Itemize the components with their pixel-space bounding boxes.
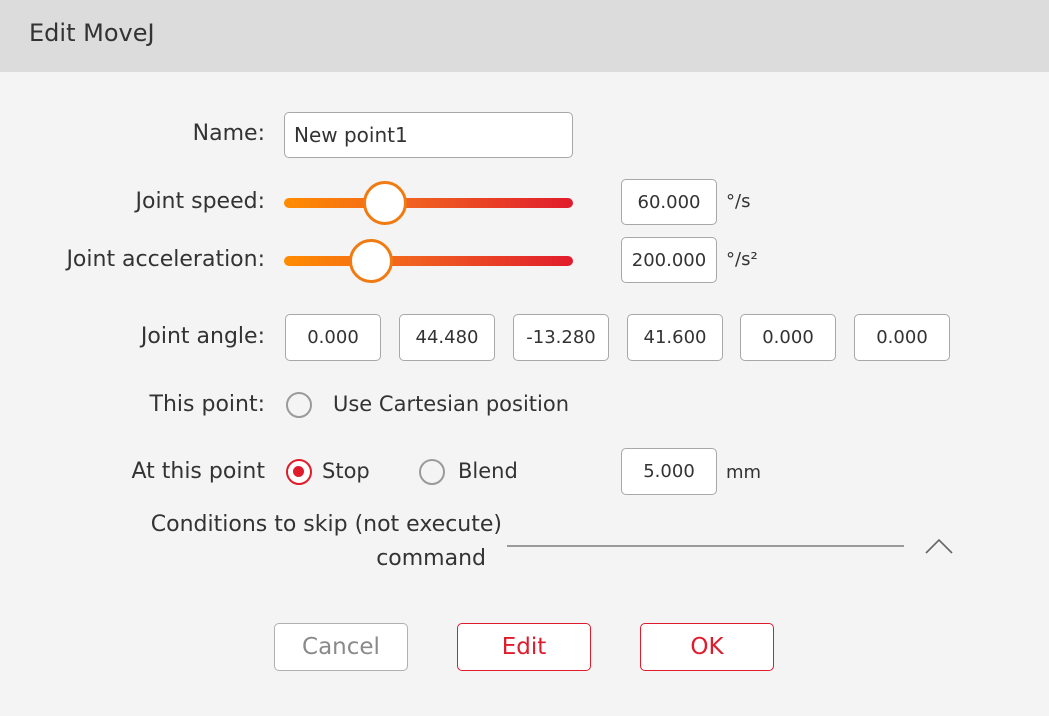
joint-speed-slider[interactable] — [284, 198, 573, 208]
name-input[interactable]: New point1 — [284, 112, 573, 158]
ok-button[interactable]: OK — [640, 623, 774, 671]
joint-angle-label: Joint angle: — [140, 324, 265, 349]
blend-radius-unit: mm — [726, 462, 762, 483]
joint-speed-unit: °/s — [726, 191, 751, 212]
use-cartesian-radio[interactable] — [286, 392, 312, 418]
joint-angle-2-input[interactable]: 44.480 — [399, 314, 495, 361]
blend-radio[interactable] — [419, 459, 445, 485]
joint-acceleration-slider-knob[interactable] — [348, 239, 393, 283]
dialog-title: Edit MoveJ — [29, 19, 155, 47]
stop-label[interactable]: Stop — [322, 459, 370, 483]
joint-angle-5-input[interactable]: 0.000 — [740, 314, 836, 361]
joint-angle-1-input[interactable]: 0.000 — [285, 314, 381, 361]
this-point-label: This point: — [149, 392, 265, 417]
joint-angle-3-input[interactable]: -13.280 — [513, 314, 609, 361]
conditions-label-line1: Conditions to skip (not execute) — [150, 512, 502, 537]
blend-radius-input[interactable]: 5.000 — [621, 448, 717, 495]
edit-button[interactable]: Edit — [457, 623, 591, 671]
joint-acceleration-input[interactable]: 200.000 — [621, 237, 717, 283]
joint-speed-input[interactable]: 60.000 — [621, 179, 717, 225]
use-cartesian-label[interactable]: Use Cartesian position — [333, 392, 569, 416]
joint-acceleration-label: Joint acceleration: — [66, 247, 265, 272]
joint-angle-4-input[interactable]: 41.600 — [627, 314, 723, 361]
stop-radio[interactable] — [286, 459, 312, 485]
blend-label[interactable]: Blend — [458, 459, 518, 483]
joint-acceleration-slider[interactable] — [284, 256, 573, 266]
joint-speed-slider-knob[interactable] — [363, 181, 408, 225]
joint-acceleration-unit: °/s² — [726, 249, 758, 270]
at-this-point-label: At this point — [131, 459, 265, 484]
cancel-button[interactable]: Cancel — [274, 623, 408, 671]
conditions-label-line2: command — [376, 546, 486, 571]
joint-speed-label: Joint speed: — [135, 189, 266, 214]
dialog-header: Edit MoveJ — [0, 0, 1049, 72]
conditions-divider — [507, 545, 904, 547]
name-label: Name: — [192, 121, 265, 146]
joint-angle-6-input[interactable]: 0.000 — [854, 314, 950, 361]
chevron-up-icon[interactable] — [923, 535, 955, 557]
